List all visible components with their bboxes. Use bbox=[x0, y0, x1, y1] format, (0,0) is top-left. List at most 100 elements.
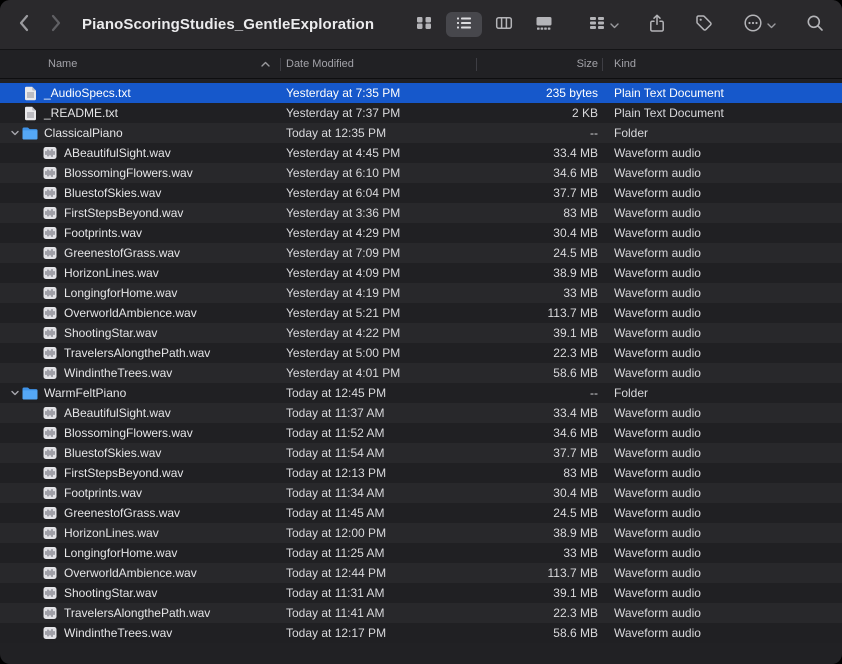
columns-icon bbox=[495, 15, 513, 34]
list-view-button[interactable] bbox=[446, 12, 482, 37]
audio-file-icon bbox=[42, 285, 58, 301]
file-name: OverworldAmbience.wav bbox=[64, 306, 197, 320]
file-name: GreenestofGrass.wav bbox=[64, 246, 181, 260]
date-modified-cell: Today at 12:17 PM bbox=[286, 626, 387, 640]
name-cell: OverworldAmbience.wav bbox=[0, 565, 286, 581]
kind-cell: Waveform audio bbox=[614, 326, 701, 340]
size-cell: 33 MB bbox=[563, 286, 598, 300]
nav-buttons bbox=[14, 10, 66, 39]
column-resize-handle[interactable] bbox=[280, 58, 281, 71]
folder-row[interactable]: ClassicalPiano Today at 12:35 PM -- Folder bbox=[0, 123, 842, 143]
forward-button[interactable] bbox=[47, 10, 66, 39]
date-modified-cell: Yesterday at 4:45 PM bbox=[286, 146, 401, 160]
file-row[interactable]: LongingforHome.wav Yesterday at 4:19 PM 33… bbox=[0, 283, 842, 303]
file-row[interactable]: _AudioSpecs.txt Yesterday at 7:35 PM 235 b… bbox=[0, 83, 842, 103]
file-row[interactable]: BluestofSkies.wav Yesterday at 6:04 PM 37.… bbox=[0, 183, 842, 203]
audio-file-icon bbox=[42, 325, 58, 341]
file-row[interactable]: ShootingStar.wav Yesterday at 4:22 PM 39.1… bbox=[0, 323, 842, 343]
file-row[interactable]: WindintheTrees.wav Today at 12:17 PM 58.6 … bbox=[0, 623, 842, 643]
file-name: TravelersAlongthePath.wav bbox=[64, 346, 211, 360]
size-cell: 30.4 MB bbox=[553, 486, 598, 500]
file-row[interactable]: Footprints.wav Today at 11:34 AM 30.4 MB Wa… bbox=[0, 483, 842, 503]
name-cell: WarmFeltPiano bbox=[0, 385, 286, 401]
file-row[interactable]: HorizonLines.wav Today at 12:00 PM 38.9 MB… bbox=[0, 523, 842, 543]
size-cell: 2 KB bbox=[571, 106, 598, 120]
size-cell: 235 bytes bbox=[545, 86, 598, 100]
size-cell: -- bbox=[590, 126, 598, 140]
file-row[interactable]: ABeautifulSight.wav Today at 11:37 AM 33.4… bbox=[0, 403, 842, 423]
gallery-view-button[interactable] bbox=[526, 12, 562, 37]
file-row[interactable]: WindintheTrees.wav Yesterday at 4:01 PM 58… bbox=[0, 363, 842, 383]
column-header-name[interactable]: Name bbox=[0, 58, 286, 70]
share-icon bbox=[649, 14, 665, 36]
date-modified-cell: Yesterday at 7:09 PM bbox=[286, 246, 401, 260]
tag-icon bbox=[695, 14, 713, 35]
file-row[interactable]: BluestofSkies.wav Today at 11:54 AM 37.7 M… bbox=[0, 443, 842, 463]
file-name: TravelersAlongthePath.wav bbox=[64, 606, 211, 620]
file-row[interactable]: BlossomingFlowers.wav Today at 11:52 AM 34… bbox=[0, 423, 842, 443]
column-view-button[interactable] bbox=[486, 12, 522, 37]
size-cell: 22.3 MB bbox=[553, 606, 598, 620]
size-cell: 113.7 MB bbox=[547, 306, 598, 320]
date-modified-cell: Yesterday at 4:22 PM bbox=[286, 326, 401, 340]
date-modified-cell: Yesterday at 4:01 PM bbox=[286, 366, 401, 380]
file-name: BlossomingFlowers.wav bbox=[64, 166, 193, 180]
file-row[interactable]: TravelersAlongthePath.wav Yesterday at 5:… bbox=[0, 343, 842, 363]
size-cell: 83 MB bbox=[563, 466, 598, 480]
column-resize-handle[interactable] bbox=[476, 58, 477, 71]
column-header-kind[interactable]: Kind bbox=[606, 58, 842, 70]
kind-cell: Waveform audio bbox=[614, 526, 701, 540]
search-button[interactable] bbox=[802, 10, 828, 39]
file-row[interactable]: Footprints.wav Yesterday at 4:29 PM 30.4 M… bbox=[0, 223, 842, 243]
date-modified-cell: Today at 12:00 PM bbox=[286, 526, 387, 540]
file-row[interactable]: BlossomingFlowers.wav Yesterday at 6:10 P… bbox=[0, 163, 842, 183]
more-button[interactable] bbox=[739, 9, 780, 40]
name-cell: WindintheTrees.wav bbox=[0, 365, 286, 381]
file-row[interactable]: OverworldAmbience.wav Today at 12:44 PM 11… bbox=[0, 563, 842, 583]
name-cell: BlossomingFlowers.wav bbox=[0, 165, 286, 181]
disclosure-triangle-icon[interactable] bbox=[8, 388, 22, 398]
file-row[interactable]: FirstStepsBeyond.wav Today at 12:13 PM 83 … bbox=[0, 463, 842, 483]
audio-file-icon bbox=[42, 425, 58, 441]
audio-file-icon bbox=[42, 505, 58, 521]
column-resize-handle[interactable] bbox=[602, 58, 603, 71]
audio-file-icon bbox=[42, 185, 58, 201]
audio-file-icon bbox=[42, 465, 58, 481]
back-button[interactable] bbox=[14, 10, 33, 39]
date-modified-cell: Today at 12:44 PM bbox=[286, 566, 387, 580]
name-cell: ShootingStar.wav bbox=[0, 325, 286, 341]
file-name: Footprints.wav bbox=[64, 226, 143, 240]
file-row[interactable]: ABeautifulSight.wav Yesterday at 4:45 PM 3… bbox=[0, 143, 842, 163]
file-row[interactable]: _README.txt Yesterday at 7:37 PM 2 KB Plain… bbox=[0, 103, 842, 123]
kind-cell: Waveform audio bbox=[614, 186, 701, 200]
name-cell: FirstStepsBeyond.wav bbox=[0, 465, 286, 481]
file-row[interactable]: FirstStepsBeyond.wav Yesterday at 3:36 PM… bbox=[0, 203, 842, 223]
share-button[interactable] bbox=[645, 10, 669, 40]
tag-button[interactable] bbox=[691, 10, 717, 39]
column-header-date-modified[interactable]: Date Modified bbox=[286, 58, 482, 70]
date-modified-cell: Yesterday at 5:00 PM bbox=[286, 346, 401, 360]
date-modified-cell: Today at 11:34 AM bbox=[286, 486, 385, 500]
file-row[interactable]: GreenestofGrass.wav Yesterday at 7:09 PM 2… bbox=[0, 243, 842, 263]
file-row[interactable]: GreenestofGrass.wav Today at 11:45 AM 24.5… bbox=[0, 503, 842, 523]
size-cell: 58.6 MB bbox=[553, 626, 598, 640]
name-cell: ABeautifulSight.wav bbox=[0, 145, 286, 161]
file-row[interactable]: LongingforHome.wav Today at 11:25 AM 33 MB… bbox=[0, 543, 842, 563]
audio-file-icon bbox=[42, 265, 58, 281]
size-cell: 33.4 MB bbox=[553, 146, 598, 160]
audio-file-icon bbox=[42, 545, 58, 561]
group-button[interactable] bbox=[584, 11, 623, 38]
toolbar: PianoScoringStudies_GentleExploration bbox=[0, 0, 842, 50]
file-row[interactable]: TravelersAlongthePath.wav Today at 11:41 … bbox=[0, 603, 842, 623]
column-header-size[interactable]: Size bbox=[482, 58, 606, 70]
file-row[interactable]: HorizonLines.wav Yesterday at 4:09 PM 38.9… bbox=[0, 263, 842, 283]
file-name: BluestofSkies.wav bbox=[64, 186, 162, 200]
icon-view-button[interactable] bbox=[406, 12, 442, 37]
file-name: LongingforHome.wav bbox=[64, 286, 178, 300]
view-switcher bbox=[406, 12, 562, 37]
name-cell: TravelersAlongthePath.wav bbox=[0, 605, 286, 621]
file-row[interactable]: OverworldAmbience.wav Yesterday at 5:21 P… bbox=[0, 303, 842, 323]
folder-row[interactable]: WarmFeltPiano Today at 12:45 PM -- Folder bbox=[0, 383, 842, 403]
file-row[interactable]: ShootingStar.wav Today at 11:31 AM 39.1 MB… bbox=[0, 583, 842, 603]
disclosure-triangle-icon[interactable] bbox=[8, 128, 22, 138]
